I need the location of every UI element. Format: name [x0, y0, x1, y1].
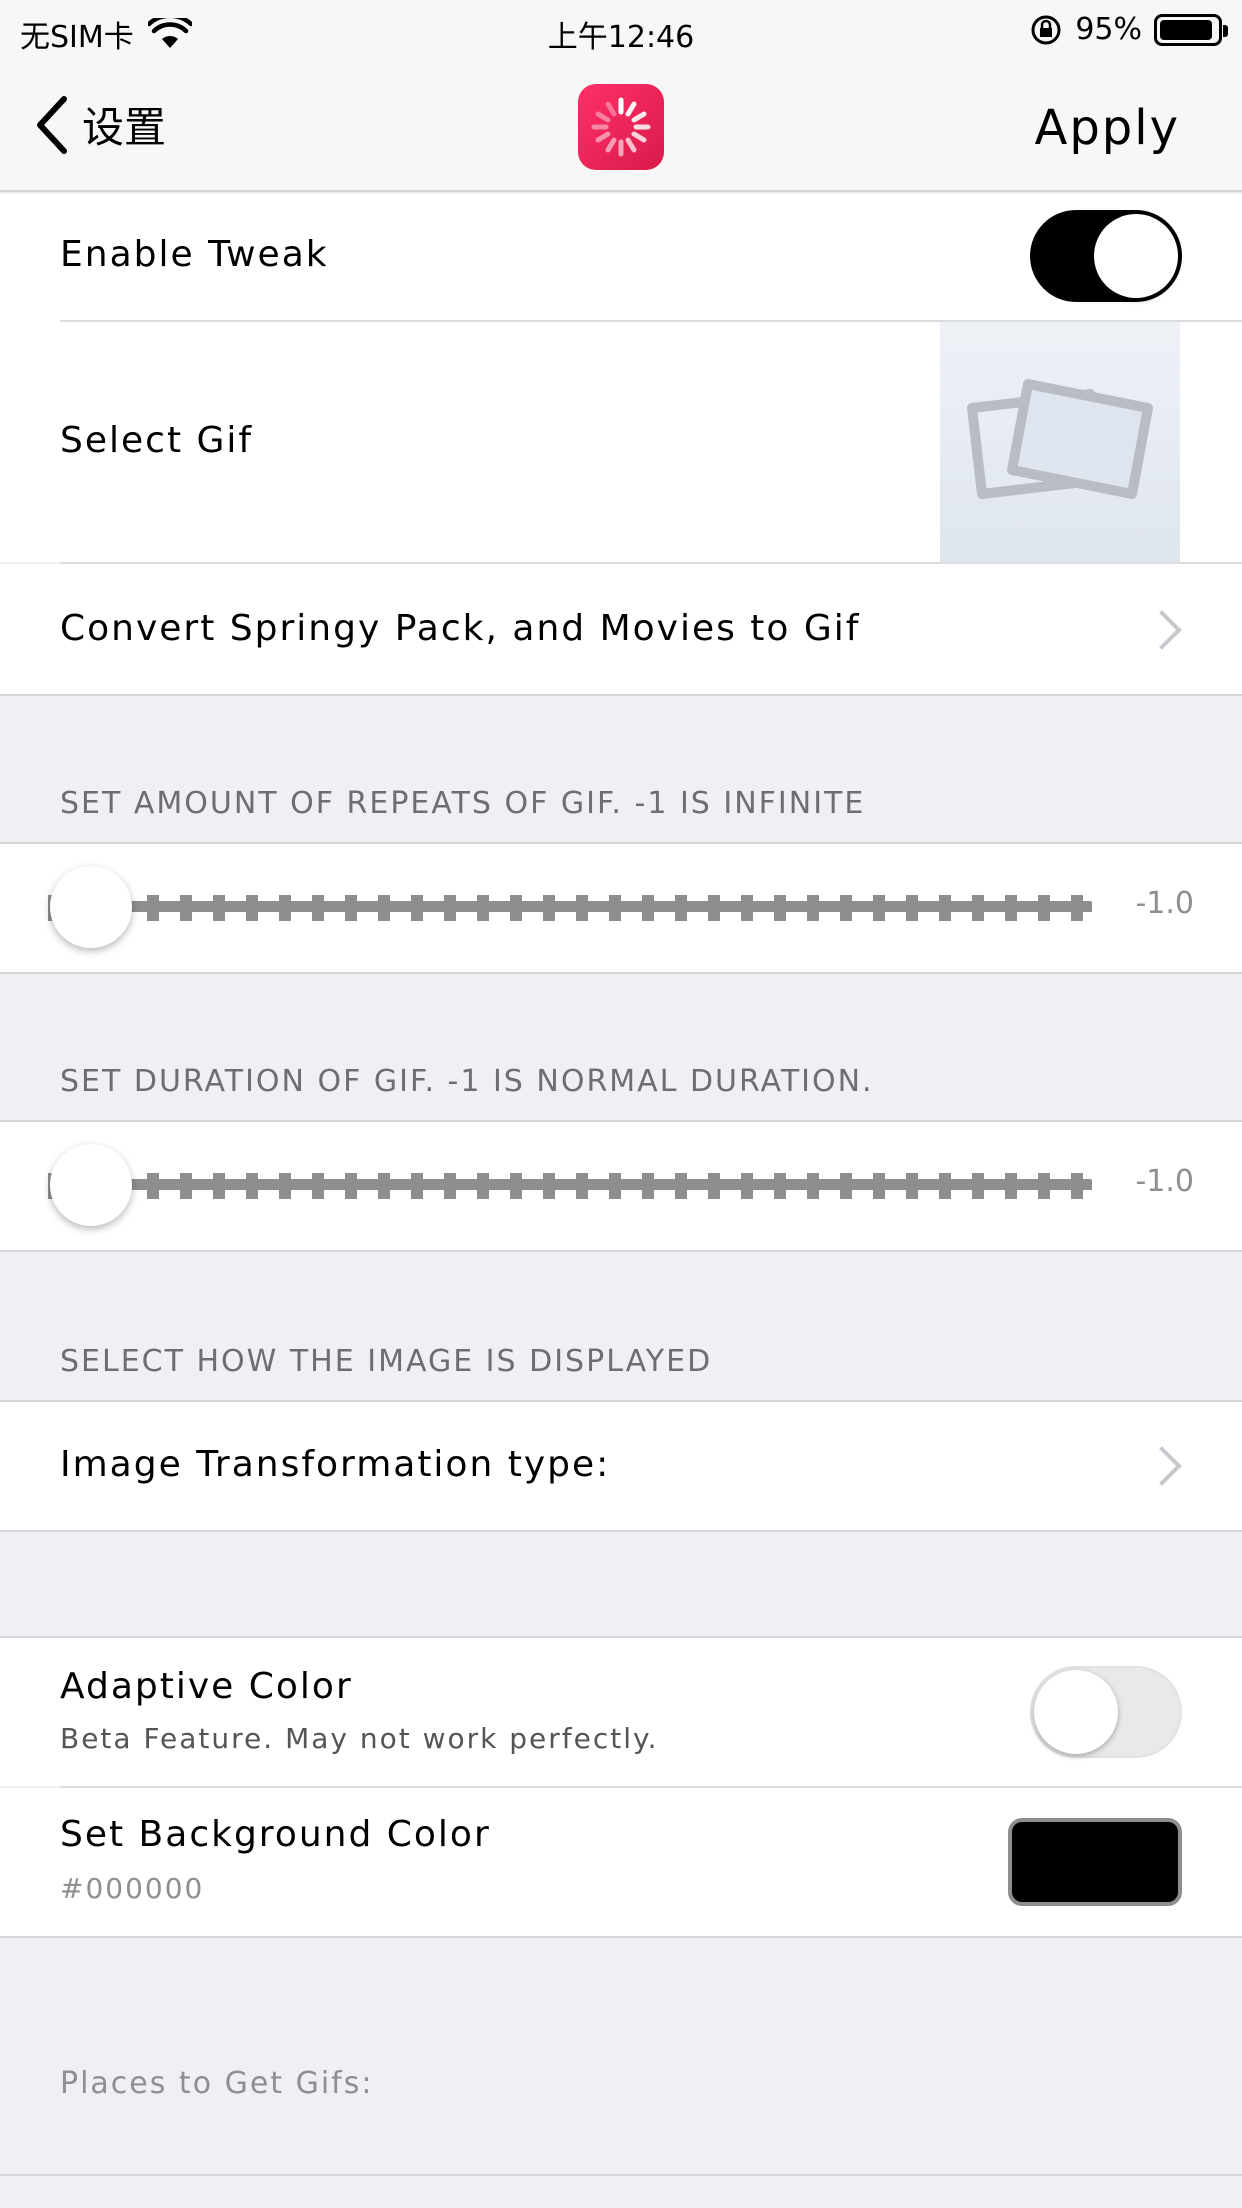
repeats-header: SET AMOUNT OF REPEATS OF GIF. -1 IS INFI… — [60, 786, 866, 821]
convert-cell[interactable]: Convert Springy Pack, and Movies to Gif — [0, 564, 1242, 694]
repeats-slider[interactable] — [48, 901, 1092, 912]
status-bar: 无SIM卡 上午12:46 95% — [0, 0, 1242, 60]
chevron-left-icon — [37, 95, 67, 154]
duration-slider[interactable] — [48, 1179, 1092, 1190]
background-color-cell: Set Background Color #000000 — [0, 1788, 1242, 1936]
nav-bar: 设置 Apply — [0, 60, 1242, 192]
battery-icon — [1154, 13, 1228, 46]
enable-tweak-cell: Enable Tweak — [0, 194, 1242, 322]
chevron-right-icon — [1142, 1446, 1182, 1486]
duration-value: -1.0 — [1135, 1164, 1194, 1199]
background-color-label: Set Background Color — [60, 1814, 491, 1855]
adaptive-color-subtitle: Beta Feature. May not work perfectly. — [60, 1722, 659, 1755]
status-right: 95% — [1029, 12, 1228, 47]
adaptive-color-label: Adaptive Color — [60, 1666, 353, 1707]
duration-header: SET DURATION OF GIF. -1 IS NORMAL DURATI… — [60, 1064, 874, 1099]
toggle-knob — [1034, 1670, 1118, 1754]
app-logo-icon — [578, 84, 664, 170]
repeats-slider-cell: -1.0 — [0, 844, 1242, 972]
select-gif-label: Select Gif — [60, 420, 254, 461]
chevron-right-icon — [1142, 610, 1182, 650]
apply-button[interactable]: Apply — [1034, 100, 1180, 156]
section-top-border — [0, 2174, 1242, 2176]
enable-tweak-toggle[interactable] — [1030, 210, 1182, 302]
duration-slider-thumb[interactable] — [50, 1144, 132, 1226]
adaptive-color-cell: Adaptive Color Beta Feature. May not wor… — [0, 1638, 1242, 1786]
section-bottom-border — [0, 1936, 1242, 1938]
transform-type-label: Image Transformation type: — [60, 1444, 611, 1485]
select-gif-cell[interactable]: Select Gif — [0, 322, 1242, 562]
section-bottom-border — [0, 972, 1242, 974]
repeats-slider-thumb[interactable] — [50, 866, 132, 948]
section-bottom-border — [0, 1530, 1242, 1532]
background-color-swatch[interactable] — [1008, 1818, 1182, 1906]
image-placeholder-icon — [967, 379, 1153, 499]
transform-type-cell[interactable]: Image Transformation type: — [0, 1402, 1242, 1530]
battery-percent: 95% — [1075, 12, 1142, 47]
back-label: 设置 — [82, 103, 167, 152]
section-bottom-border — [0, 694, 1242, 696]
display-header: SELECT HOW THE IMAGE IS DISPLAYED — [60, 1344, 713, 1379]
enable-tweak-label: Enable Tweak — [60, 234, 329, 275]
gif-thumbnail[interactable] — [940, 322, 1180, 562]
places-header: Places to Get Gifs: — [60, 2066, 374, 2101]
repeats-value: -1.0 — [1135, 886, 1194, 921]
adaptive-color-toggle[interactable] — [1030, 1666, 1182, 1758]
section-bottom-border — [0, 1250, 1242, 1252]
back-button[interactable]: 设置 — [34, 94, 166, 155]
orientation-lock-icon — [1031, 15, 1061, 44]
background-color-hex: #000000 — [60, 1872, 205, 1905]
convert-label: Convert Springy Pack, and Movies to Gif — [60, 608, 861, 649]
toggle-knob — [1094, 214, 1178, 298]
duration-slider-cell: -1.0 — [0, 1122, 1242, 1250]
